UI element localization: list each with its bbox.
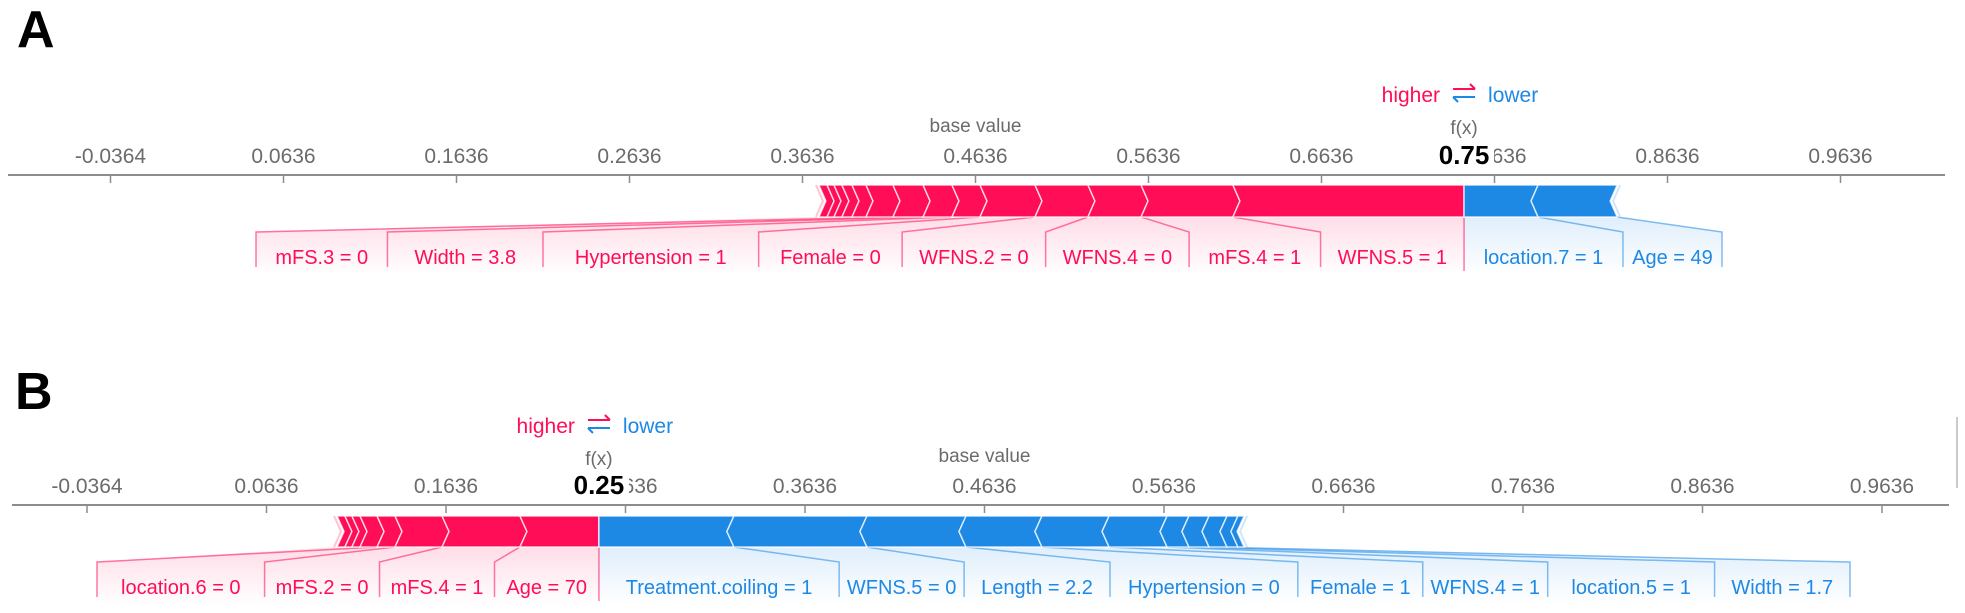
panel-a: A -0.0364 0.0636 0.1636 0.2636 0.3636 0.4636 0.… (8, 1, 1945, 275)
x-tick-label: 0.3636 (770, 145, 834, 168)
panel-letter: B (15, 363, 53, 421)
positive-force-segment (1033, 184, 1096, 218)
negative-feature-label: Length = 2.2 (981, 577, 1093, 599)
x-tick-label: 0.0636 (251, 145, 315, 168)
positive-force-segment (440, 515, 528, 548)
negative-force-segment (726, 515, 869, 548)
positive-feature-label: mFS.2 = 0 (276, 577, 369, 599)
negative-force-segment (1463, 184, 1540, 218)
legend-lower-label: lower (623, 415, 673, 438)
x-tick-label: -0.0364 (75, 145, 147, 168)
negative-feature-label: WFNS.5 = 0 (847, 577, 956, 599)
negative-feature-label: Hypertension = 0 (1128, 577, 1280, 599)
x-tick-label: 0.6636 (1311, 475, 1375, 498)
negative-force-segment (1530, 184, 1619, 218)
legend-lower-label: lower (1488, 84, 1538, 107)
positive-feature-label: mFS.3 = 0 (275, 247, 368, 269)
positive-force-segment (1086, 184, 1149, 218)
x-tick-label: 0.2636 (597, 145, 661, 168)
panel-b: B-0.03640.06360.16360.26360.36360.46360.… (12, 363, 1949, 605)
legend-higher-label: higher (1382, 84, 1440, 107)
negative-feature-label: Age = 49 (1632, 247, 1713, 269)
negative-feature-label: WFNS.4 = 1 (1430, 577, 1539, 599)
positive-feature-label: Hypertension = 1 (575, 247, 727, 269)
x-tick-label: 0.1636 (424, 145, 488, 168)
fx-label: f(x) (585, 449, 612, 470)
fx-label: f(x) (1450, 118, 1477, 139)
base-value-label: base value (939, 446, 1031, 467)
positive-force-segment (1139, 184, 1241, 218)
x-tick-label: 0.1636 (414, 475, 478, 498)
arrow-left-icon (587, 427, 610, 434)
base-value-label: base value (930, 116, 1022, 137)
arrow-left-icon (1452, 96, 1476, 103)
x-tick-label: -0.0364 (51, 475, 123, 498)
fx-value: 0.75 (1439, 140, 1490, 170)
x-tick-label: 0.4636 (943, 145, 1007, 168)
force-plot-figure: A -0.0364 0.0636 0.1636 0.2636 0.3636 0.4636 0.… (8, 1, 1958, 605)
negative-feature-label: location.5 = 1 (1571, 577, 1691, 599)
negative-feature-label: location.7 = 1 (1484, 247, 1604, 269)
x-tick-label: 0.7636 (1491, 475, 1555, 498)
negative-feature-label: Treatment.coiling = 1 (626, 577, 813, 599)
x-tick-label: 0.8636 (1635, 145, 1699, 168)
positive-feature-label: location.6 = 0 (121, 577, 241, 599)
positive-feature-label: WFNS.5 = 1 (1338, 247, 1447, 269)
arrow-right-icon (1453, 83, 1476, 90)
negative-force-segment (859, 515, 968, 548)
positive-force-segment (1231, 184, 1465, 218)
x-tick-label: 0.9636 (1808, 145, 1872, 168)
arrow-right-icon (587, 414, 611, 421)
negative-force-segment (958, 515, 1044, 548)
legend-higher-label: higher (517, 415, 575, 438)
negative-force-segment (1034, 515, 1111, 548)
fx-value: 0.25 (574, 470, 625, 500)
positive-force-segment (978, 184, 1043, 218)
positive-feature-label: Width = 3.8 (414, 247, 516, 269)
x-tick-label: 0.4636 (952, 475, 1016, 498)
x-tick-label: 0.6636 (1289, 145, 1353, 168)
positive-feature-label: WFNS.2 = 0 (919, 247, 1028, 269)
positive-feature-label: mFS.4 = 1 (1208, 247, 1301, 269)
positive-feature-label: WFNS.4 = 0 (1063, 247, 1172, 269)
positive-force-segment (393, 515, 450, 548)
negative-feature-label: Female = 1 (1310, 577, 1411, 599)
negative-feature-label: Width = 1.7 (1731, 577, 1833, 599)
x-tick-label: 0.5636 (1132, 475, 1196, 498)
positive-feature-label: Female = 0 (780, 247, 881, 269)
negative-force-segment (1101, 515, 1169, 548)
positive-feature-label: Age = 70 (506, 577, 587, 599)
positive-force-segment (518, 515, 600, 548)
x-tick-label: 0.5636 (1116, 145, 1180, 168)
x-tick-label: 0.8636 (1670, 475, 1734, 498)
x-tick-label: 0.0636 (234, 475, 298, 498)
negative-force-segment (598, 515, 736, 548)
panel-letter: A (17, 1, 55, 59)
x-tick-label: 0.3636 (773, 475, 837, 498)
x-tick-label: 0.9636 (1850, 475, 1914, 498)
positive-feature-label: mFS.4 = 1 (391, 577, 484, 599)
